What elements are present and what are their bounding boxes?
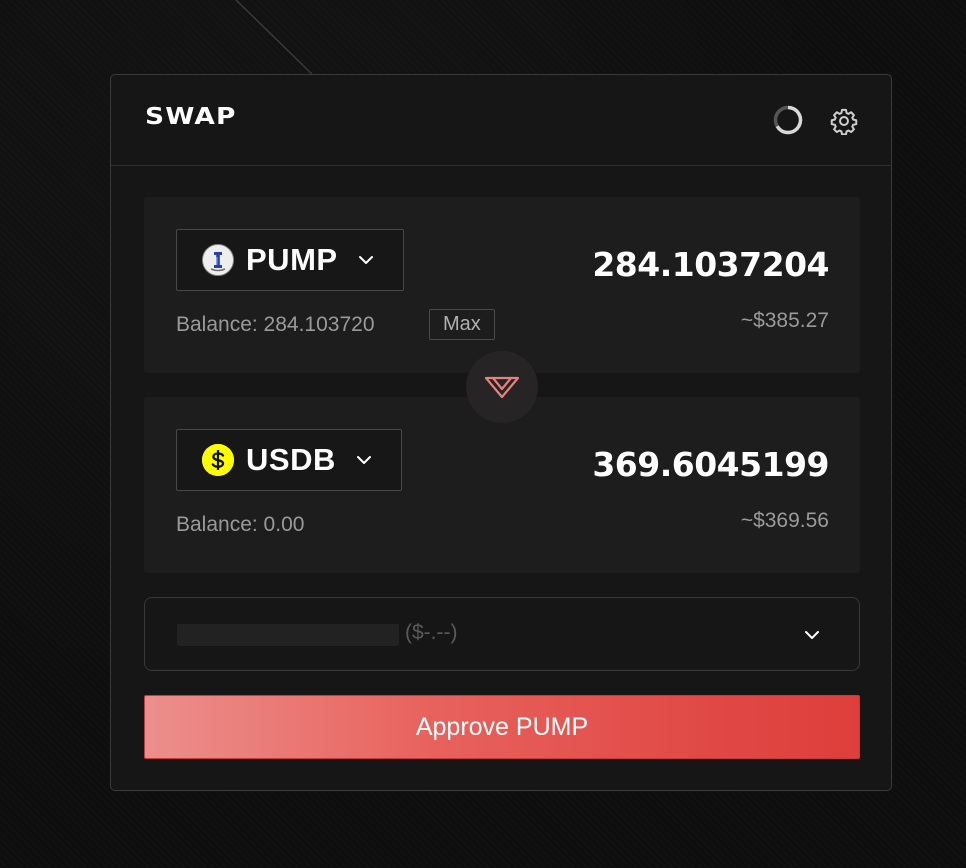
chevron-down-icon bbox=[356, 456, 371, 464]
to-token-selector[interactable]: USDB bbox=[176, 429, 402, 491]
chevron-down-icon bbox=[805, 631, 819, 639]
from-token-selector[interactable]: PUMP bbox=[176, 229, 404, 291]
panel-header: SWAP bbox=[111, 75, 891, 166]
route-details-toggle[interactable]: ($-.--) bbox=[144, 597, 860, 671]
to-token-name: USDB bbox=[246, 442, 336, 477]
gear-icon[interactable] bbox=[830, 107, 858, 135]
to-token-card: USDB Balance: 0.00 369.6045199 ~$369.56 bbox=[144, 397, 860, 573]
to-balance: Balance: 0.00 bbox=[176, 513, 305, 536]
from-usd-value: ~$385.27 bbox=[740, 309, 829, 332]
from-token-card: PUMP Balance: 284.103720 Max 284.1037204… bbox=[144, 197, 860, 373]
from-token-name: PUMP bbox=[246, 242, 338, 277]
panel-title: SWAP bbox=[145, 104, 237, 130]
swap-direction-button[interactable] bbox=[466, 351, 538, 423]
max-button[interactable]: Max bbox=[429, 309, 495, 340]
route-price: ($-.--) bbox=[405, 621, 458, 644]
route-loading-skeleton bbox=[177, 624, 399, 646]
from-balance: Balance: 284.103720 bbox=[176, 313, 375, 336]
usdb-token-icon bbox=[202, 444, 234, 476]
approve-button[interactable]: Approve PUMP bbox=[144, 695, 860, 759]
swap-panel: SWAP PUMP Balance: 284.103720 Max 284.10… bbox=[110, 74, 892, 791]
from-amount-input[interactable]: 284.1037204 bbox=[592, 245, 829, 284]
swap-direction-icon bbox=[484, 376, 520, 399]
to-amount-output: 369.6045199 bbox=[592, 445, 829, 484]
chevron-down-icon bbox=[358, 256, 373, 264]
loading-spinner-icon bbox=[773, 105, 803, 135]
to-usd-value: ~$369.56 bbox=[740, 509, 829, 532]
pump-token-icon bbox=[202, 244, 234, 276]
